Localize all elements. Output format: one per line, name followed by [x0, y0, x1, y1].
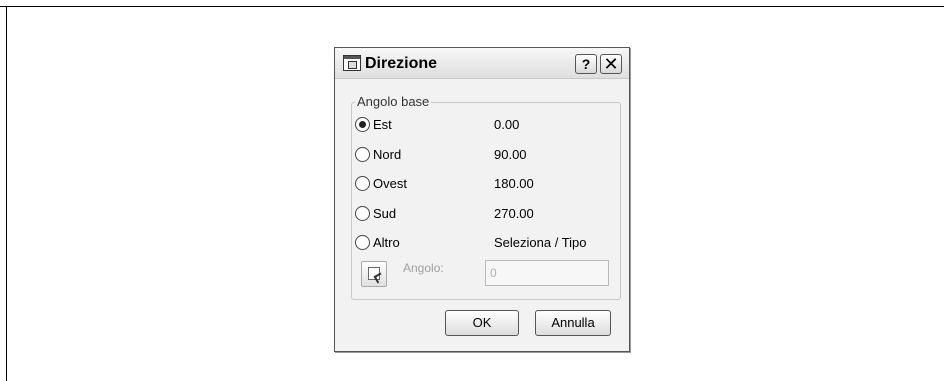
radio-nord[interactable]	[355, 147, 370, 162]
cancel-button[interactable]: Annulla	[535, 310, 611, 336]
radio-est[interactable]	[355, 117, 370, 132]
radio-ovest[interactable]	[355, 176, 370, 191]
option-label: Altro	[373, 235, 400, 250]
dialog-title: Direzione	[365, 55, 438, 72]
pick-point-icon	[368, 267, 380, 280]
option-value: Seleziona / Tipo	[494, 235, 587, 250]
close-button[interactable]: ✕	[600, 54, 622, 74]
angle-input[interactable]: 0	[485, 260, 609, 286]
page-border-top	[0, 6, 944, 7]
radio-altro[interactable]	[355, 235, 370, 250]
help-button[interactable]: ?	[575, 54, 597, 74]
direction-dialog: Direzione ? ✕ Angolo base Est 0.00 Nord …	[334, 47, 630, 352]
ok-button[interactable]: OK	[445, 310, 519, 336]
page-border-left	[6, 6, 7, 381]
option-value: 90.00	[494, 147, 527, 162]
option-label: Ovest	[373, 176, 407, 191]
option-label: Nord	[373, 147, 402, 162]
option-label: Sud	[373, 206, 397, 221]
group-label: Angolo base	[355, 94, 432, 109]
option-value: 270.00	[494, 206, 534, 221]
option-value: 180.00	[494, 176, 534, 191]
angle-label: Angolo:	[403, 261, 444, 275]
option-value: 0.00	[494, 117, 520, 132]
pick-angle-button[interactable]	[361, 261, 387, 287]
option-label: Est	[373, 117, 392, 132]
app-window-icon	[343, 55, 361, 71]
radio-sud[interactable]	[355, 206, 370, 221]
title-bar: Direzione ? ✕	[335, 48, 629, 79]
